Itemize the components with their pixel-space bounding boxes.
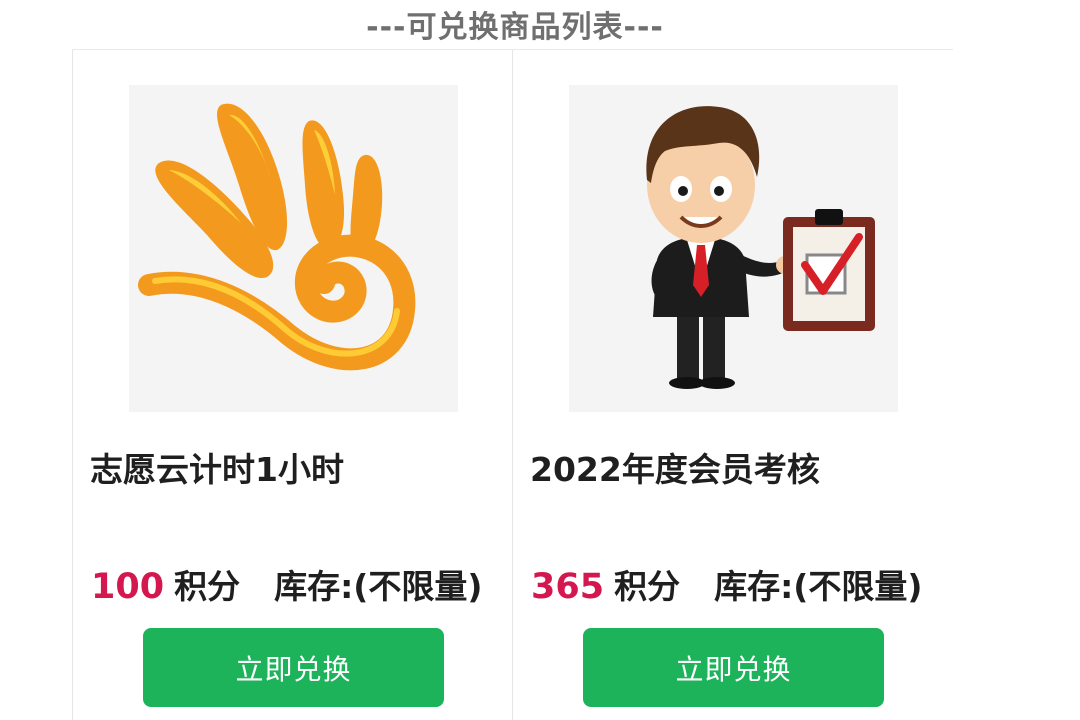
stock-label: 库存: xyxy=(274,567,354,606)
points-value: 100 xyxy=(91,567,165,607)
points-value: 365 xyxy=(531,567,605,607)
product-name: 2022年度会员考核 xyxy=(530,450,820,489)
product-meta: 365 积分 库存:(不限量) xyxy=(531,565,922,609)
points-unit: 积分 xyxy=(614,567,681,606)
redeem-button[interactable]: 立即兑换 xyxy=(583,628,884,707)
product-card[interactable]: 2022年度会员考核 365 积分 库存:(不限量) 立即兑换 xyxy=(512,50,953,720)
product-image[interactable] xyxy=(129,85,458,412)
product-grid: 志愿云计时1小时 100 积分 库存:(不限量) 立即兑换 2022年度会员考核… xyxy=(72,49,953,720)
product-name: 志愿云计时1小时 xyxy=(90,450,344,489)
redeemable-goods-page: ---可兑换商品列表--- 志愿云计时1小时 100 积分 库存:(不限量) 立… xyxy=(0,0,1080,720)
businessman-checklist-icon xyxy=(646,106,875,389)
redeem-button[interactable]: 立即兑换 xyxy=(143,628,444,707)
product-meta: 100 积分 库存:(不限量) xyxy=(91,565,482,609)
stock-value: (不限量) xyxy=(793,567,923,606)
points-unit: 积分 xyxy=(174,567,241,606)
stock-label: 库存: xyxy=(714,567,794,606)
stock-value: (不限量) xyxy=(353,567,483,606)
product-card[interactable]: 志愿云计时1小时 100 积分 库存:(不限量) 立即兑换 xyxy=(72,50,512,720)
volunteer-hand-logo-icon xyxy=(138,103,416,371)
product-image[interactable] xyxy=(569,85,898,412)
list-title: ---可兑换商品列表--- xyxy=(366,10,664,45)
